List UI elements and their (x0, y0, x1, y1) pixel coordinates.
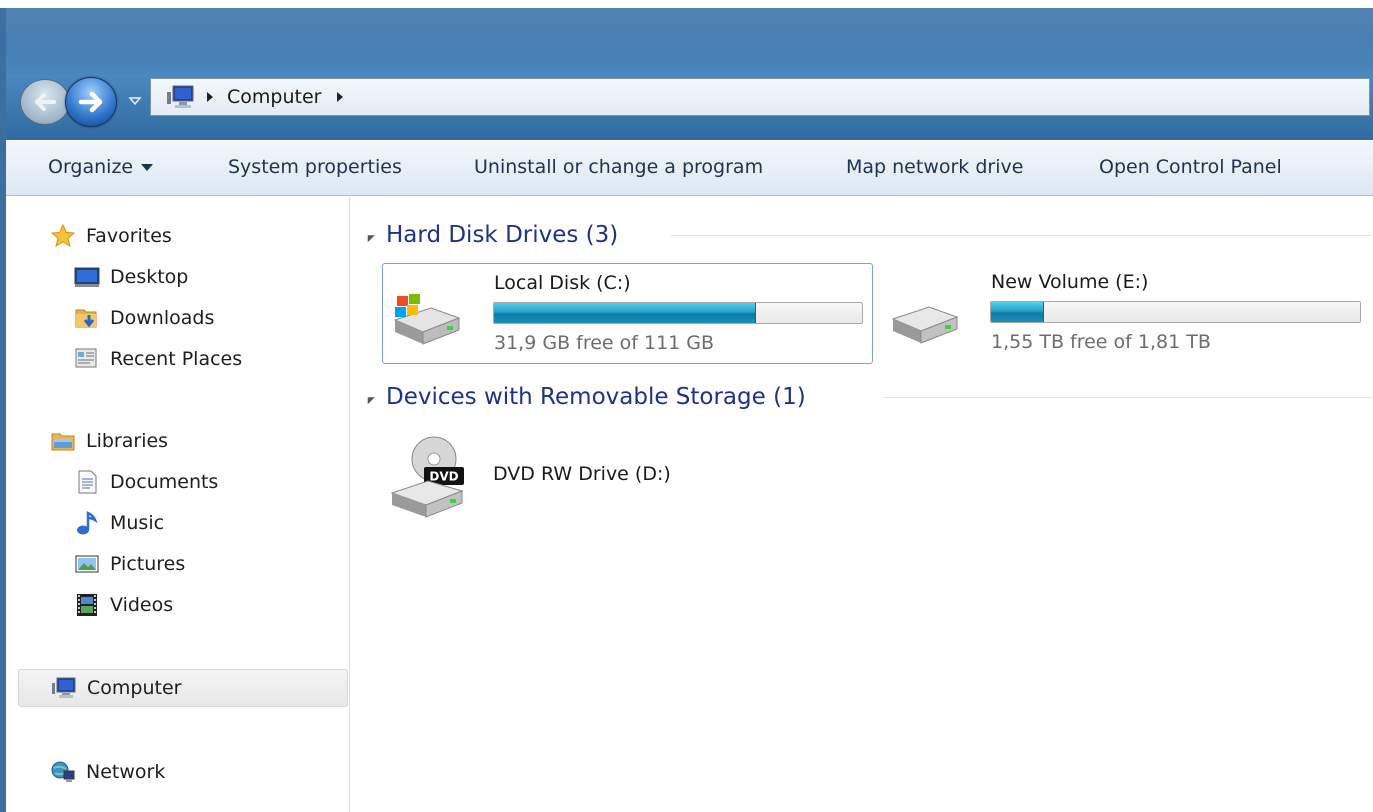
drive-e-free-space: 1,55 TB free of 1,81 TB (991, 331, 1211, 353)
group-header-removable-storage[interactable]: Devices with Removable Storage (1) (364, 380, 806, 414)
sidebar-item-label: Computer (87, 677, 182, 699)
sidebar-item-label: Downloads (110, 307, 215, 329)
sidebar-item-recent-places[interactable]: Recent Places (74, 340, 242, 378)
drive-d[interactable]: DVD DVD RW Drive (D:) (382, 427, 873, 522)
address-bar[interactable]: Computer (150, 78, 1370, 116)
picture-icon (75, 555, 99, 573)
sidebar-item-libraries[interactable]: Libraries (50, 422, 168, 460)
sidebar-item-label: Music (110, 512, 165, 534)
sidebar-item-label: Libraries (86, 430, 169, 452)
recent-places-icon (75, 348, 97, 368)
sidebar-item-computer[interactable]: Computer (18, 669, 348, 707)
content-pane: Hard Disk Drives (3) Local Disk (C:) 31,… (351, 197, 1373, 812)
star-icon (50, 223, 76, 248)
arrow-left-icon (35, 93, 56, 111)
sidebar-item-label: Favorites (86, 225, 172, 247)
group-divider (671, 235, 1371, 236)
collapse-triangle-icon (364, 231, 375, 242)
drive-c-usage-fill (494, 303, 757, 323)
dvd-drive-icon: DVD (390, 436, 464, 518)
libraries-icon (51, 433, 75, 451)
sidebar-item-downloads[interactable]: Downloads (74, 299, 214, 337)
computer-icon (167, 85, 194, 108)
sidebar-item-network[interactable]: Network (50, 753, 165, 791)
window-top-edge (0, 0, 1373, 8)
navigation-pane: Favorites Desktop Downloads Recent Place… (6, 197, 350, 812)
sidebar-item-desktop[interactable]: Desktop (74, 258, 188, 296)
chevron-down-icon[interactable] (128, 95, 142, 107)
group-title: Hard Disk Drives (3) (386, 222, 619, 248)
map-network-drive-button[interactable]: Map network drive (846, 141, 1023, 195)
drive-e-name: New Volume (E:) (991, 271, 1149, 293)
sidebar-item-favorites[interactable]: Favorites (50, 217, 172, 255)
group-header-hard-disk-drives[interactable]: Hard Disk Drives (3) (364, 218, 619, 252)
sidebar-item-label: Desktop (110, 266, 189, 288)
windows-drive-icon (393, 294, 461, 345)
sidebar-item-pictures[interactable]: Pictures (74, 545, 185, 583)
downloads-folder-icon (75, 309, 97, 328)
back-button[interactable] (20, 79, 70, 125)
drive-c-usage-bar (493, 302, 863, 324)
breadcrumb-computer[interactable]: Computer (227, 86, 321, 108)
drive-e[interactable]: New Volume (E:) 1,55 TB free of 1,81 TB (881, 263, 1371, 364)
organize-button[interactable]: Organize (48, 141, 154, 195)
drive-e-usage-fill (991, 302, 1045, 322)
desktop-icon (74, 267, 100, 287)
music-note-icon (77, 511, 98, 535)
sidebar-item-label: Pictures (110, 553, 186, 575)
drive-c-name: Local Disk (C:) (494, 272, 631, 294)
caret-down-icon (141, 164, 154, 171)
sidebar-item-music[interactable]: Music (74, 504, 164, 542)
arrow-right-icon (78, 91, 103, 113)
sidebar-item-documents[interactable]: Documents (74, 463, 218, 501)
organize-label: Organize (48, 156, 134, 178)
open-control-panel-button[interactable]: Open Control Panel (1099, 141, 1282, 195)
drive-e-usage-bar (990, 301, 1361, 323)
dvd-icon-label: DVD (429, 470, 458, 484)
system-properties-button[interactable]: System properties (228, 141, 402, 195)
computer-icon (52, 677, 76, 698)
command-bar: Organize System properties Uninstall or … (6, 140, 1373, 196)
sidebar-item-label: Videos (110, 594, 174, 616)
drive-c[interactable]: Local Disk (C:) 31,9 GB free of 111 GB (382, 263, 873, 364)
drive-c-free-space: 31,9 GB free of 111 GB (494, 332, 715, 354)
sidebar-item-videos[interactable]: Videos (74, 586, 173, 624)
sidebar-item-label: Network (86, 761, 166, 783)
group-title: Devices with Removable Storage (1) (386, 384, 806, 410)
chevron-right-icon[interactable] (335, 91, 345, 103)
sidebar-item-label: Documents (110, 471, 219, 493)
sidebar-item-label: Recent Places (110, 348, 243, 370)
uninstall-program-button[interactable]: Uninstall or change a program (474, 141, 763, 195)
group-divider (883, 397, 1371, 398)
forward-button[interactable] (65, 77, 117, 127)
hard-drive-icon (891, 306, 959, 344)
collapse-triangle-icon (364, 393, 375, 404)
film-icon (77, 594, 97, 616)
chevron-right-icon[interactable] (205, 91, 215, 103)
document-icon (78, 470, 97, 494)
drive-d-name: DVD RW Drive (D:) (493, 463, 671, 485)
network-icon (51, 761, 75, 782)
window-titlebar (0, 0, 1373, 140)
